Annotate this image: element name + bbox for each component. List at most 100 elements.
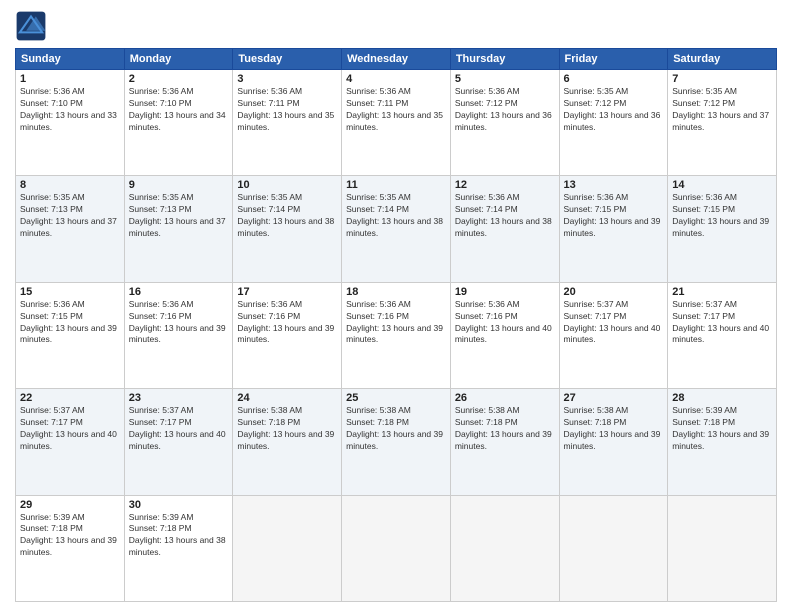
day-info: Sunrise: 5:36 AMSunset: 7:11 PMDaylight:… [237,86,337,134]
calendar-cell: 4Sunrise: 5:36 AMSunset: 7:11 PMDaylight… [342,70,451,176]
weekday-header-saturday: Saturday [668,49,777,70]
calendar-cell: 17Sunrise: 5:36 AMSunset: 7:16 PMDayligh… [233,282,342,388]
calendar-table: SundayMondayTuesdayWednesdayThursdayFrid… [15,48,777,602]
day-info: Sunrise: 5:36 AMSunset: 7:16 PMDaylight:… [237,299,337,347]
weekday-header-sunday: Sunday [16,49,125,70]
calendar-page: SundayMondayTuesdayWednesdayThursdayFrid… [0,0,792,612]
calendar-cell: 8Sunrise: 5:35 AMSunset: 7:13 PMDaylight… [16,176,125,282]
calendar-cell: 21Sunrise: 5:37 AMSunset: 7:17 PMDayligh… [668,282,777,388]
logo [15,10,51,42]
day-info: Sunrise: 5:37 AMSunset: 7:17 PMDaylight:… [564,299,664,347]
day-info: Sunrise: 5:39 AMSunset: 7:18 PMDaylight:… [20,512,120,560]
calendar-cell: 23Sunrise: 5:37 AMSunset: 7:17 PMDayligh… [124,389,233,495]
day-number: 19 [455,286,555,298]
day-info: Sunrise: 5:35 AMSunset: 7:13 PMDaylight:… [20,192,120,240]
weekday-header-thursday: Thursday [450,49,559,70]
calendar-cell: 9Sunrise: 5:35 AMSunset: 7:13 PMDaylight… [124,176,233,282]
day-info: Sunrise: 5:35 AMSunset: 7:13 PMDaylight:… [129,192,229,240]
calendar-cell [559,495,668,601]
day-info: Sunrise: 5:36 AMSunset: 7:16 PMDaylight:… [455,299,555,347]
logo-icon [15,10,47,42]
calendar-cell: 12Sunrise: 5:36 AMSunset: 7:14 PMDayligh… [450,176,559,282]
calendar-cell: 13Sunrise: 5:36 AMSunset: 7:15 PMDayligh… [559,176,668,282]
day-number: 1 [20,73,120,85]
day-info: Sunrise: 5:35 AMSunset: 7:12 PMDaylight:… [672,86,772,134]
calendar-cell: 10Sunrise: 5:35 AMSunset: 7:14 PMDayligh… [233,176,342,282]
calendar-cell: 11Sunrise: 5:35 AMSunset: 7:14 PMDayligh… [342,176,451,282]
day-number: 27 [564,392,664,404]
day-number: 15 [20,286,120,298]
calendar-cell [342,495,451,601]
calendar-cell: 25Sunrise: 5:38 AMSunset: 7:18 PMDayligh… [342,389,451,495]
day-info: Sunrise: 5:38 AMSunset: 7:18 PMDaylight:… [237,405,337,453]
day-number: 6 [564,73,664,85]
day-info: Sunrise: 5:37 AMSunset: 7:17 PMDaylight:… [672,299,772,347]
day-number: 2 [129,73,229,85]
calendar-cell: 1Sunrise: 5:36 AMSunset: 7:10 PMDaylight… [16,70,125,176]
day-info: Sunrise: 5:35 AMSunset: 7:12 PMDaylight:… [564,86,664,134]
weekday-header-tuesday: Tuesday [233,49,342,70]
day-info: Sunrise: 5:39 AMSunset: 7:18 PMDaylight:… [129,512,229,560]
calendar-cell: 29Sunrise: 5:39 AMSunset: 7:18 PMDayligh… [16,495,125,601]
day-info: Sunrise: 5:36 AMSunset: 7:15 PMDaylight:… [672,192,772,240]
day-number: 28 [672,392,772,404]
day-number: 5 [455,73,555,85]
day-number: 7 [672,73,772,85]
calendar-cell: 19Sunrise: 5:36 AMSunset: 7:16 PMDayligh… [450,282,559,388]
day-info: Sunrise: 5:38 AMSunset: 7:18 PMDaylight:… [455,405,555,453]
day-number: 18 [346,286,446,298]
weekday-header-friday: Friday [559,49,668,70]
calendar-cell: 16Sunrise: 5:36 AMSunset: 7:16 PMDayligh… [124,282,233,388]
calendar-cell: 20Sunrise: 5:37 AMSunset: 7:17 PMDayligh… [559,282,668,388]
day-number: 4 [346,73,446,85]
day-info: Sunrise: 5:36 AMSunset: 7:16 PMDaylight:… [129,299,229,347]
calendar-cell: 2Sunrise: 5:36 AMSunset: 7:10 PMDaylight… [124,70,233,176]
day-info: Sunrise: 5:37 AMSunset: 7:17 PMDaylight:… [20,405,120,453]
calendar-cell: 28Sunrise: 5:39 AMSunset: 7:18 PMDayligh… [668,389,777,495]
day-number: 25 [346,392,446,404]
header [15,10,777,42]
day-number: 24 [237,392,337,404]
day-number: 29 [20,499,120,511]
day-info: Sunrise: 5:38 AMSunset: 7:18 PMDaylight:… [564,405,664,453]
calendar-cell: 3Sunrise: 5:36 AMSunset: 7:11 PMDaylight… [233,70,342,176]
calendar-cell [450,495,559,601]
day-number: 9 [129,179,229,191]
calendar-cell: 5Sunrise: 5:36 AMSunset: 7:12 PMDaylight… [450,70,559,176]
day-number: 20 [564,286,664,298]
weekday-header-wednesday: Wednesday [342,49,451,70]
day-info: Sunrise: 5:38 AMSunset: 7:18 PMDaylight:… [346,405,446,453]
day-number: 10 [237,179,337,191]
day-number: 21 [672,286,772,298]
weekday-header-monday: Monday [124,49,233,70]
day-info: Sunrise: 5:36 AMSunset: 7:15 PMDaylight:… [20,299,120,347]
day-info: Sunrise: 5:36 AMSunset: 7:12 PMDaylight:… [455,86,555,134]
calendar-cell: 27Sunrise: 5:38 AMSunset: 7:18 PMDayligh… [559,389,668,495]
calendar-cell: 24Sunrise: 5:38 AMSunset: 7:18 PMDayligh… [233,389,342,495]
day-info: Sunrise: 5:36 AMSunset: 7:15 PMDaylight:… [564,192,664,240]
day-info: Sunrise: 5:36 AMSunset: 7:10 PMDaylight:… [20,86,120,134]
day-number: 11 [346,179,446,191]
calendar-cell: 22Sunrise: 5:37 AMSunset: 7:17 PMDayligh… [16,389,125,495]
day-number: 23 [129,392,229,404]
day-info: Sunrise: 5:36 AMSunset: 7:10 PMDaylight:… [129,86,229,134]
calendar-cell: 14Sunrise: 5:36 AMSunset: 7:15 PMDayligh… [668,176,777,282]
day-number: 16 [129,286,229,298]
day-number: 17 [237,286,337,298]
calendar-cell [668,495,777,601]
day-info: Sunrise: 5:39 AMSunset: 7:18 PMDaylight:… [672,405,772,453]
day-number: 26 [455,392,555,404]
calendar-cell: 6Sunrise: 5:35 AMSunset: 7:12 PMDaylight… [559,70,668,176]
calendar-cell: 26Sunrise: 5:38 AMSunset: 7:18 PMDayligh… [450,389,559,495]
day-info: Sunrise: 5:35 AMSunset: 7:14 PMDaylight:… [346,192,446,240]
day-number: 30 [129,499,229,511]
day-number: 13 [564,179,664,191]
calendar-cell: 7Sunrise: 5:35 AMSunset: 7:12 PMDaylight… [668,70,777,176]
day-number: 22 [20,392,120,404]
day-number: 14 [672,179,772,191]
calendar-cell: 18Sunrise: 5:36 AMSunset: 7:16 PMDayligh… [342,282,451,388]
day-number: 8 [20,179,120,191]
calendar-cell: 30Sunrise: 5:39 AMSunset: 7:18 PMDayligh… [124,495,233,601]
day-info: Sunrise: 5:37 AMSunset: 7:17 PMDaylight:… [129,405,229,453]
day-info: Sunrise: 5:36 AMSunset: 7:14 PMDaylight:… [455,192,555,240]
